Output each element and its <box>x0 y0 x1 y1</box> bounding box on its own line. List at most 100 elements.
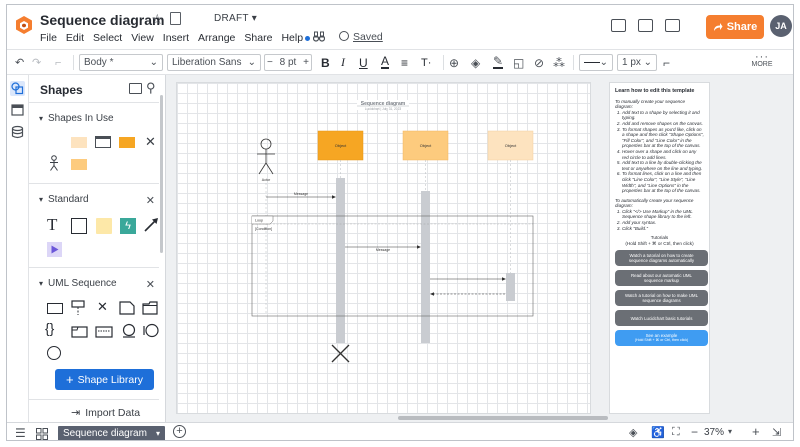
menu-arrange[interactable]: Arrange <box>198 32 235 44</box>
data-rail-button[interactable] <box>10 125 25 140</box>
condition-label[interactable]: [Condition] <box>255 227 272 231</box>
comment-icon[interactable] <box>611 19 626 32</box>
line-options-icon[interactable]: ⌐ <box>663 54 670 71</box>
font-size-value[interactable]: 8 pt <box>280 57 297 68</box>
shape-item[interactable] <box>119 137 135 148</box>
menu-insert[interactable]: Insert <box>163 32 189 44</box>
avatar[interactable]: JA <box>770 15 792 37</box>
diagram-subtitle[interactable]: Lucidchart | July 31, 2023 <box>365 107 401 111</box>
diagram-page[interactable]: Sequence diagram Lucidchart | July 31, 2… <box>176 82 591 414</box>
caret-down-icon[interactable]: ▾ <box>156 429 160 438</box>
increase-icon[interactable]: + <box>303 57 309 68</box>
activation-bar-3[interactable] <box>506 273 515 301</box>
section-header-uml-sequence[interactable]: ▾ UML Sequence <box>39 278 117 289</box>
layers-icon[interactable]: ◈ <box>629 426 637 439</box>
menu-help[interactable]: Help <box>281 32 311 44</box>
shadow-icon[interactable]: ⊘ <box>534 54 544 71</box>
tutorial-button-3[interactable]: Watch a tutorial on how to make UML sequ… <box>615 290 708 307</box>
uml-control-icon[interactable] <box>143 323 160 343</box>
video-call-icon[interactable] <box>665 19 680 32</box>
text-options-icon[interactable]: T· <box>421 54 431 71</box>
uml-object-icon[interactable] <box>47 303 63 314</box>
menu-select[interactable]: Select <box>93 32 122 44</box>
menu-file[interactable]: File <box>40 32 57 44</box>
loop-frame[interactable] <box>251 215 534 317</box>
uml-frame-icon[interactable] <box>71 325 88 343</box>
effects-icon[interactable]: ⁂ <box>553 54 565 71</box>
format-painter-icon[interactable]: ⌐ <box>55 54 61 71</box>
align-icon[interactable]: ≡ <box>401 54 408 71</box>
menu-share[interactable]: Share <box>244 32 272 44</box>
uml-loop-icon[interactable] <box>95 325 113 343</box>
line-width-select[interactable]: 1 px ⌄ <box>617 54 657 71</box>
actor-shape-icon[interactable] <box>49 155 59 176</box>
tutorial-button-2[interactable]: Read about our automatic UML sequence ma… <box>615 270 708 287</box>
shape-item[interactable] <box>95 136 111 148</box>
add-page-icon[interactable]: + <box>173 425 186 438</box>
decrease-icon[interactable]: − <box>267 57 273 68</box>
zoom-level[interactable]: 37% <box>704 427 724 438</box>
message-label-1[interactable]: Message <box>294 192 308 196</box>
video-shape-icon[interactable] <box>47 242 62 257</box>
search-icon[interactable]: ⚲ <box>146 80 156 96</box>
close-section-icon[interactable]: ✕ <box>146 194 155 207</box>
list-view-icon[interactable]: ☰ <box>15 426 26 440</box>
activation-bar-2[interactable] <box>421 191 430 343</box>
saved-indicator[interactable]: Saved <box>339 31 383 43</box>
star-icon[interactable]: ☆ <box>151 11 164 28</box>
section-header-standard[interactable]: ▾ Standard <box>39 194 89 205</box>
lightning-shape-icon[interactable]: ϟ <box>120 218 136 234</box>
note-shape-icon[interactable] <box>96 218 112 234</box>
text-shape-icon[interactable]: T <box>47 215 57 235</box>
status-dropdown[interactable]: DRAFT ▾ <box>214 13 257 24</box>
image-icon[interactable] <box>129 83 142 94</box>
uml-destroy-icon[interactable]: ✕ <box>97 299 108 315</box>
actor-shape[interactable] <box>257 138 275 175</box>
shape-item[interactable] <box>51 137 59 147</box>
font-select[interactable]: Liberation Sans ⌄ <box>167 54 261 71</box>
import-data-button[interactable]: ⇥ Import Data <box>71 406 140 419</box>
accessibility-icon[interactable]: ♿ <box>651 426 665 439</box>
collapse-icon[interactable]: ⇲ <box>772 426 781 439</box>
zoom-in-icon[interactable]: + <box>752 424 760 439</box>
fit-page-icon[interactable]: ⛶ <box>672 426 680 439</box>
italic-icon[interactable]: I <box>341 54 345 71</box>
message-label-2[interactable]: Message <box>376 248 390 252</box>
uml-note-icon[interactable] <box>119 301 135 320</box>
undo-icon[interactable]: ↶ <box>15 54 24 71</box>
grid-view-icon[interactable] <box>36 427 48 440</box>
zoom-caret-icon[interactable]: ▾ <box>728 427 732 436</box>
line-color-icon[interactable]: ✎ <box>493 54 504 69</box>
pages-rail-button[interactable] <box>10 103 25 118</box>
close-shape-icon[interactable]: ✕ <box>145 134 156 150</box>
actor-label[interactable]: Actor <box>262 178 271 182</box>
tutorial-button-1[interactable]: Watch a tutorial on how to create sequen… <box>615 250 708 267</box>
destroy-marker[interactable] <box>331 344 350 363</box>
presentation-icon[interactable] <box>638 19 653 32</box>
shape-library-button[interactable]: + Shape Library <box>55 369 154 390</box>
position-icon[interactable]: ⊕ <box>449 54 459 71</box>
bold-icon[interactable]: B <box>321 54 330 71</box>
menu-view[interactable]: View <box>131 32 154 44</box>
canvas[interactable]: Sequence diagram Lucidchart | July 31, 2… <box>166 75 793 422</box>
shape-item[interactable] <box>71 137 87 148</box>
document-title[interactable]: Sequence diagram <box>40 12 165 28</box>
see-example-button[interactable]: See an example (Hold Shift + ⌘ or Ctrl, … <box>615 330 708 347</box>
page-tab[interactable]: Sequence diagram ▾ <box>58 426 165 440</box>
uml-boundary-icon[interactable] <box>121 323 137 343</box>
style-select[interactable]: Body * ⌄ <box>79 54 163 71</box>
panel-scrollbar[interactable] <box>160 95 163 253</box>
menu-edit[interactable]: Edit <box>66 32 84 44</box>
uml-entity-icon[interactable] <box>47 346 61 360</box>
rectangle-shape-icon[interactable] <box>71 218 87 234</box>
underline-icon[interactable]: U <box>359 54 368 71</box>
shapes-rail-button[interactable] <box>10 81 25 96</box>
shape-item[interactable] <box>71 159 87 170</box>
line-style-select[interactable]: ⌄ <box>579 54 613 71</box>
share-button[interactable]: Share <box>706 15 764 39</box>
uml-lifeline-icon[interactable] <box>71 300 85 315</box>
redo-icon[interactable]: ↷ <box>32 54 41 71</box>
activation-bar-1[interactable] <box>336 178 345 343</box>
shape-options-icon[interactable]: ◱ <box>513 54 524 71</box>
canvas-horizontal-scrollbar[interactable] <box>398 416 608 420</box>
